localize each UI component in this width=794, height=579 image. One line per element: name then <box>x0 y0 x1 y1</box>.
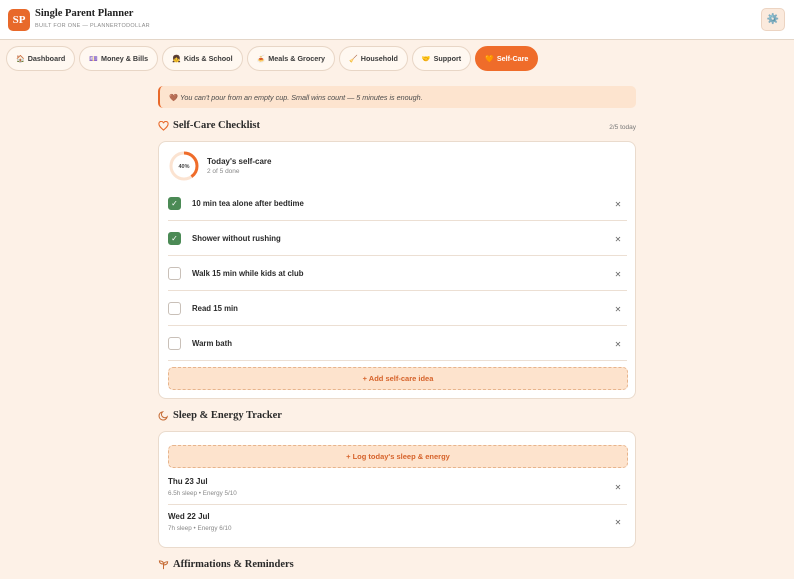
checkbox[interactable]: ✓ <box>168 232 181 245</box>
close-icon: ✕ <box>614 482 622 492</box>
tab-label: Self-Care <box>496 54 529 63</box>
item-label: Shower without rushing <box>192 234 281 243</box>
item-label: Warm bath <box>192 339 232 348</box>
tab-label: Support <box>433 54 462 63</box>
gear-icon: ⚙️ <box>766 14 780 25</box>
tab-label: Kids & School <box>183 54 233 63</box>
entry-meta: 7h sleep • Energy 6/10 <box>168 525 232 532</box>
tab-household[interactable]: 🧹 Household <box>339 46 408 71</box>
handshake-icon: 🤝 <box>421 55 431 63</box>
app-logo: SP <box>8 9 30 31</box>
moon-icon <box>158 411 169 421</box>
delete-button[interactable]: ✕ <box>611 232 625 246</box>
tab-money-bills[interactable]: 💷 Money & Bills <box>79 46 159 71</box>
delete-button[interactable]: ✕ <box>611 480 625 494</box>
tab-kids-school[interactable]: 👧 Kids & School <box>162 46 243 71</box>
checkbox[interactable]: ✓ <box>168 302 181 315</box>
entry-date: Thu 23 Jul <box>168 477 208 486</box>
banner-text: You can't pour from an empty cup. Small … <box>179 92 423 102</box>
sleep-card: + Log today's sleep & energy Thu 23 Jul … <box>158 431 636 548</box>
close-icon: ✕ <box>614 199 622 209</box>
log-sleep-button[interactable]: + Log today's sleep & energy <box>168 445 628 468</box>
checkbox[interactable]: ✓ <box>168 337 181 350</box>
heart-outline-icon <box>158 120 169 131</box>
broom-icon: 🧹 <box>349 55 358 63</box>
sprout-icon <box>158 560 169 570</box>
checkbox[interactable]: ✓ <box>168 197 181 210</box>
selfcare-count: 2/5 today <box>609 124 636 131</box>
tab-label: Dashboard <box>27 54 66 63</box>
list-item: ✓ Warm bath ✕ <box>168 327 627 361</box>
summary-subtitle: 2 of 5 done <box>207 168 240 175</box>
list-item: ✓ Shower without rushing ✕ <box>168 222 627 256</box>
selfcare-title: Self-Care Checklist <box>173 120 260 131</box>
close-icon: ✕ <box>614 269 622 279</box>
app-subtitle: BUILT FOR ONE — PLANNERTODOLLAR <box>35 23 150 29</box>
close-icon: ✕ <box>614 304 622 314</box>
nav-tabs: 🏠 Dashboard 💷 Money & Bills 👧 Kids & Sch… <box>6 46 539 71</box>
meal-icon: 🍝 <box>256 55 266 63</box>
entry-meta: 6.5h sleep • Energy 5/10 <box>168 490 237 497</box>
tab-self-care[interactable]: 🧡 Self-Care <box>475 46 539 71</box>
app-title: Single Parent Planner <box>35 8 134 19</box>
checkbox[interactable]: ✓ <box>168 267 181 280</box>
tab-label: Household <box>360 54 398 63</box>
entry-date: Wed 22 Jul <box>168 512 210 521</box>
selfcare-card: 40% Today's self-care 2 of 5 done ✓ 10 m… <box>158 141 636 399</box>
selfcare-summary: 40% Today's self-care 2 of 5 done <box>168 150 271 182</box>
delete-button[interactable]: ✕ <box>611 515 625 529</box>
tab-label: Money & Bills <box>100 54 149 63</box>
child-icon: 👧 <box>172 55 181 63</box>
selfcare-heading: Self-Care Checklist <box>158 120 260 131</box>
close-icon: ✕ <box>614 517 622 527</box>
delete-button[interactable]: ✕ <box>611 302 625 316</box>
affirmations-title: Affirmations & Reminders <box>173 559 294 570</box>
progress-ring-label: 40% <box>178 164 189 170</box>
list-item: ✓ 10 min tea alone after bedtime ✕ <box>168 187 627 221</box>
delete-button[interactable]: ✕ <box>611 267 625 281</box>
item-label: 10 min tea alone after bedtime <box>192 199 304 208</box>
sleep-title: Sleep & Energy Tracker <box>173 410 282 421</box>
close-icon: ✕ <box>614 234 622 244</box>
app-header: SP Single Parent Planner BUILT FOR ONE —… <box>0 0 794 40</box>
add-self-care-button[interactable]: + Add self-care idea <box>168 367 628 390</box>
check-icon: ✓ <box>171 199 178 208</box>
item-label: Walk 15 min while kids at club <box>192 269 304 278</box>
summary-title: Today's self-care <box>207 157 272 166</box>
list-item: Wed 22 Jul 7h sleep • Energy 6/10 ✕ <box>168 505 627 540</box>
list-item: ✓ Walk 15 min while kids at club ✕ <box>168 257 627 291</box>
delete-button[interactable]: ✕ <box>611 197 625 211</box>
encouragement-banner: 🤎 You can't pour from an empty cup. Smal… <box>158 86 636 108</box>
sleep-heading: Sleep & Energy Tracker <box>158 410 282 421</box>
progress-ring: 40% <box>169 151 199 181</box>
affirmations-heading: Affirmations & Reminders <box>158 559 294 570</box>
close-icon: ✕ <box>614 339 622 349</box>
list-item: Thu 23 Jul 6.5h sleep • Energy 5/10 ✕ <box>168 470 627 505</box>
tab-dashboard[interactable]: 🏠 Dashboard <box>6 46 76 71</box>
tab-label: Meals & Grocery <box>268 54 326 63</box>
tab-support[interactable]: 🤝 Support <box>411 46 472 71</box>
house-icon: 🏠 <box>16 55 25 63</box>
heart-icon: 🧡 <box>485 55 494 63</box>
settings-button[interactable]: ⚙️ <box>761 8 785 31</box>
money-icon: 💷 <box>89 55 98 63</box>
item-label: Read 15 min <box>192 304 238 313</box>
heart-icon: 🤎 <box>169 92 178 102</box>
tab-meals-grocery[interactable]: 🍝 Meals & Grocery <box>246 46 336 71</box>
check-icon: ✓ <box>171 234 178 243</box>
delete-button[interactable]: ✕ <box>611 337 625 351</box>
list-item: ✓ Read 15 min ✕ <box>168 292 627 326</box>
